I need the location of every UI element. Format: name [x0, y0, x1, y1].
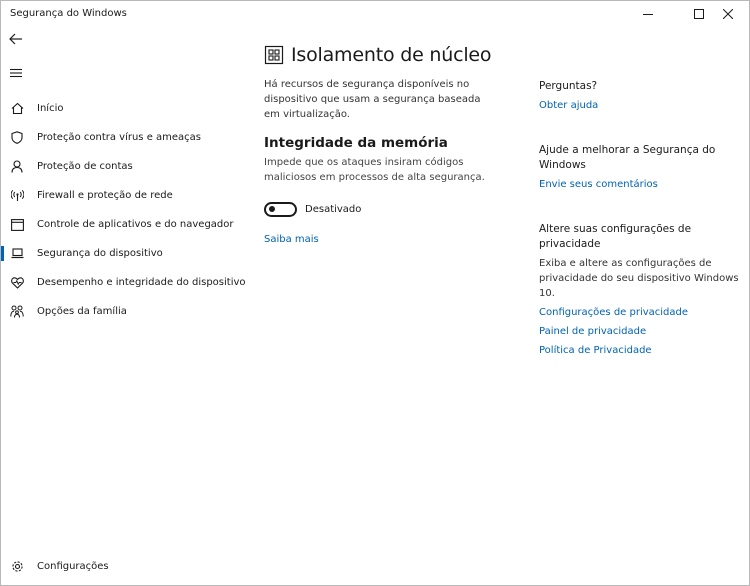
sidebar-item-virus-protection[interactable]: Proteção contra vírus e ameaças	[1, 123, 241, 152]
sidebar-item-account-protection[interactable]: Proteção de contas	[1, 152, 241, 181]
close-button[interactable]	[708, 1, 748, 27]
menu-button[interactable]	[9, 65, 23, 79]
privacy-settings-link[interactable]: Configurações de privacidade	[539, 305, 739, 320]
main-content: Isolamento de núcleo Há recursos de segu…	[264, 41, 504, 245]
minimize-button[interactable]	[628, 1, 668, 27]
page-title: Isolamento de núcleo	[291, 44, 492, 66]
learn-more-link[interactable]: Saiba mais	[264, 234, 504, 245]
privacy-section: Altere suas configurações de privacidade…	[539, 222, 739, 358]
laptop-icon	[10, 247, 24, 261]
back-button[interactable]	[8, 31, 26, 49]
improve-section: Ajude a melhorar a Segurança do Windows …	[539, 143, 739, 192]
privacy-statement-link[interactable]: Política de Privacidade	[539, 343, 739, 358]
questions-title: Perguntas?	[539, 80, 598, 92]
memory-integrity-description: Impede que os ataques insiram códigos ma…	[264, 157, 485, 183]
sidebar-item-app-browser-control[interactable]: Controle de aplicativos e do navegador	[1, 210, 241, 239]
hamburger-icon	[10, 68, 22, 78]
browser-window-icon	[10, 218, 24, 232]
sidebar-item-device-security[interactable]: Segurança do dispositivo	[1, 239, 241, 268]
sidebar-item-label: Desempenho e integridade do dispositivo	[37, 277, 246, 288]
side-panel: Perguntas? Obter ajuda Ajude a melhorar …	[539, 79, 739, 384]
sidebar-item-label: Configurações	[37, 560, 109, 572]
sidebar-item-label: Opções da família	[37, 306, 127, 317]
sidebar-item-firewall[interactable]: Firewall e proteção de rede	[1, 181, 241, 210]
improve-title: Ajude a melhorar a Segurança do Windows	[539, 144, 716, 171]
sidebar-item-label: Proteção contra vírus e ameaças	[37, 132, 202, 143]
arrow-left-icon	[9, 33, 22, 45]
sidebar-item-label: Início	[37, 103, 64, 114]
privacy-title: Altere suas configurações de privacidade	[539, 223, 692, 250]
gear-icon	[10, 559, 24, 573]
close-icon	[723, 9, 733, 19]
title-bar: Segurança do Windows	[1, 1, 749, 27]
shield-icon	[10, 131, 24, 145]
sidebar-item-label: Proteção de contas	[37, 161, 133, 172]
wifi-antenna-icon	[10, 189, 24, 203]
sidebar-item-family-options[interactable]: Opções da família	[1, 297, 241, 326]
memory-integrity-title: Integridade da memória	[264, 135, 448, 151]
privacy-dashboard-link[interactable]: Painel de privacidade	[539, 324, 739, 339]
privacy-text: Exiba e altere as configurações de priva…	[539, 258, 739, 299]
memory-integrity-toggle[interactable]	[264, 201, 297, 217]
sidebar-item-label: Controle de aplicativos e do navegador	[37, 219, 234, 230]
page-header: Isolamento de núcleo	[264, 41, 504, 69]
heart-pulse-icon	[10, 276, 24, 290]
family-icon	[10, 305, 24, 319]
memory-integrity-toggle-row: Desativado	[264, 201, 504, 217]
questions-section: Perguntas? Obter ajuda	[539, 79, 739, 113]
person-icon	[10, 160, 24, 174]
sidebar-item-device-performance[interactable]: Desempenho e integridade do dispositivo	[1, 268, 246, 297]
maximize-icon	[694, 9, 704, 19]
sidebar-nav: Início Proteção contra vírus e ameaças P…	[1, 94, 246, 326]
sidebar-item-label: Segurança do dispositivo	[37, 248, 163, 259]
sidebar-item-home[interactable]: Início	[1, 94, 241, 123]
sidebar-item-settings[interactable]: Configurações	[1, 553, 201, 579]
minimize-icon	[643, 14, 653, 15]
chip-icon	[264, 45, 284, 65]
home-icon	[10, 102, 24, 116]
page-description: Há recursos de segurança disponíveis no …	[264, 79, 481, 120]
window-title: Segurança do Windows	[10, 8, 127, 19]
sidebar-item-label: Firewall e proteção de rede	[37, 190, 173, 201]
get-help-link[interactable]: Obter ajuda	[539, 98, 739, 113]
toggle-state-label: Desativado	[305, 203, 362, 215]
toggle-knob	[269, 206, 275, 212]
send-feedback-link[interactable]: Envie seus comentários	[539, 177, 739, 192]
